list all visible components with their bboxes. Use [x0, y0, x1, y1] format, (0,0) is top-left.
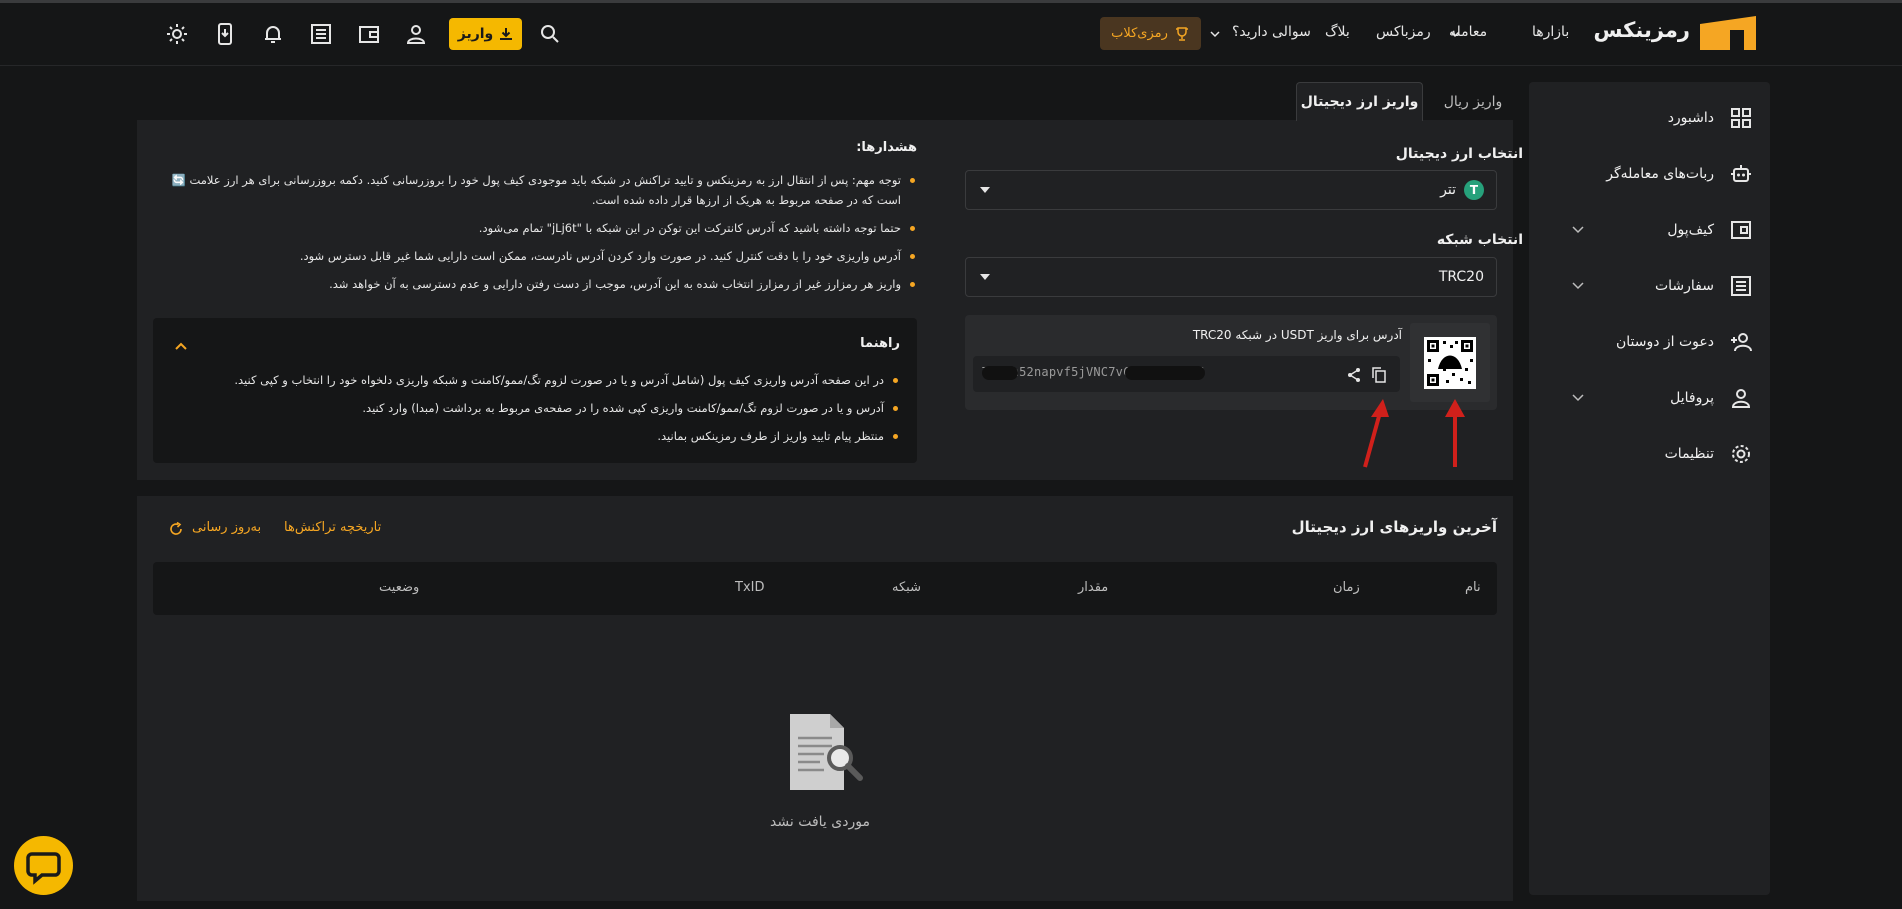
ramzi-club-button[interactable]: رمزی‌کلاب: [1100, 17, 1201, 50]
currency-select[interactable]: T تتر: [965, 170, 1497, 210]
list-item: آدرس واریزی خود را با دقت کنترل کنید. در…: [150, 246, 917, 266]
settings-icon: [1730, 443, 1752, 465]
refresh-link[interactable]: به‌روز رسانی: [192, 520, 261, 538]
sidebar-item-settings[interactable]: تنظیمات: [1529, 434, 1770, 474]
network-value: TRC20: [1438, 269, 1484, 285]
network-select[interactable]: TRC20: [965, 257, 1497, 297]
refresh-icon[interactable]: [169, 522, 183, 536]
chevron-down-icon[interactable]: [1449, 28, 1461, 40]
copy-icon[interactable]: [1370, 366, 1388, 384]
chevron-down-icon: [1571, 390, 1585, 404]
chat-support-button[interactable]: [14, 836, 73, 895]
sidebar-item-label: تنظیمات: [1664, 446, 1714, 462]
caret-down-icon: [980, 187, 990, 193]
tether-icon: T: [1464, 180, 1484, 200]
download-icon: [499, 27, 513, 41]
trophy-icon: [1174, 26, 1190, 42]
robot-icon: [1730, 163, 1752, 185]
empty-document-icon: [780, 708, 870, 798]
transaction-history-link[interactable]: تاریخچه تراکنش‌ها: [284, 520, 381, 538]
sidebar-item-label: ربات‌های معامله‌گر: [1606, 166, 1714, 182]
redaction-mark: [982, 366, 1018, 380]
tab-rial-deposit[interactable]: واریز ریال: [1428, 82, 1518, 121]
profile-icon: [1730, 387, 1752, 409]
list-item: واریز هر رمزارز غیر از رمزارز انتخاب شده…: [150, 274, 917, 294]
sidebar: [1529, 82, 1770, 895]
column-header: TxID: [735, 580, 765, 595]
download-app-icon[interactable]: [213, 22, 237, 46]
currency-label: انتخاب ارز دیجیتال: [1395, 146, 1523, 162]
sidebar-item-orders[interactable]: سفارشات: [1529, 266, 1770, 306]
orders-icon: [1730, 275, 1752, 297]
chat-icon: [26, 852, 61, 885]
sidebar-item-invite[interactable]: دعوت از دوستان: [1529, 322, 1770, 362]
deposit-button[interactable]: واریز: [449, 18, 522, 50]
orders-icon[interactable]: [309, 22, 333, 46]
recent-deposits-card: [137, 496, 1513, 901]
redaction-mark: [1125, 366, 1205, 380]
caret-down-icon: [980, 274, 990, 280]
search-icon[interactable]: [538, 22, 562, 46]
wallet-icon[interactable]: [357, 22, 381, 46]
sidebar-item-dashboard[interactable]: داشبورد: [1529, 98, 1770, 138]
column-header: وضعیت: [379, 580, 420, 595]
recent-deposits-title: آخرین واریزهای ارز دیجیتال: [1291, 518, 1497, 536]
column-header: زمان: [1333, 580, 1360, 595]
list-item: در این صفحه آدرس واریزی کیف پول (شامل آد…: [170, 370, 900, 390]
currency-value: تتر: [1440, 182, 1456, 198]
deposit-label: واریز: [457, 26, 494, 42]
chevron-up-icon[interactable]: [173, 338, 189, 354]
bell-icon[interactable]: [261, 22, 285, 46]
warnings-title: هشدارها:: [856, 140, 917, 155]
guide-title: راهنما: [860, 336, 900, 351]
nav-faq[interactable]: سوالی دارید؟: [1232, 24, 1311, 44]
theme-sun-icon[interactable]: [165, 22, 189, 46]
sidebar-item-profile[interactable]: پروفایل: [1529, 378, 1770, 418]
share-icon[interactable]: [1345, 366, 1363, 384]
address-title: آدرس برای واریز USDT در شبکه TRC20: [1192, 328, 1402, 342]
sidebar-item-label: پروفایل: [1670, 390, 1714, 406]
network-label: انتخاب شبکه: [1436, 232, 1523, 248]
nav-markets[interactable]: بازارها: [1532, 24, 1569, 44]
sidebar-item-bots[interactable]: ربات‌های معامله‌گر: [1529, 154, 1770, 194]
user-icon[interactable]: [404, 22, 428, 46]
chevron-down-icon[interactable]: [1209, 28, 1221, 40]
dashboard-icon: [1730, 107, 1752, 129]
warnings-list: توجه مهم: پس از انتقال ارز به رمزینکس و …: [150, 170, 917, 302]
sidebar-item-wallet[interactable]: کیف‌پول: [1529, 210, 1770, 250]
arrow-annotation: [1445, 399, 1465, 467]
arrow-annotation: [1363, 399, 1389, 468]
list-item: آدرس و یا در صورت لزوم تگ/ممو/کامنت واری…: [170, 398, 900, 418]
list-item: توجه مهم: پس از انتقال ارز به رمزینکس و …: [150, 170, 917, 210]
qr-code[interactable]: [1410, 323, 1490, 402]
list-item: منتظر پیام تایید واریز از طرف رمزینکس بم…: [170, 426, 900, 446]
invite-icon: [1730, 331, 1752, 353]
chevron-down-icon: [1571, 278, 1585, 292]
logo-icon[interactable]: [1700, 16, 1756, 50]
deposits-table-header: [153, 562, 1497, 615]
nav-blog[interactable]: بلاگ: [1325, 24, 1350, 44]
list-item: حتما توجه داشته باشید که آدرس کانترکت ای…: [150, 218, 917, 238]
column-header: نام: [1465, 580, 1481, 595]
sidebar-item-label: داشبورد: [1667, 110, 1714, 126]
guide-list: در این صفحه آدرس واریزی کیف پول (شامل آد…: [170, 370, 900, 454]
sidebar-item-label: سفارشات: [1654, 278, 1714, 294]
logo-text[interactable]: رمزینکس: [1590, 18, 1690, 46]
nav-ramzbox[interactable]: رمزباکس: [1376, 24, 1431, 44]
column-header: مقدار: [1078, 580, 1109, 595]
tab-crypto-deposit[interactable]: واریز ارز دیجیتال: [1296, 82, 1423, 121]
column-header: شبکه: [892, 580, 921, 595]
club-label: رمزی‌کلاب: [1111, 26, 1168, 41]
empty-state-text: موردی یافت نشد: [770, 814, 870, 830]
chevron-down-icon: [1571, 222, 1585, 236]
wallet-icon: [1730, 219, 1752, 241]
sidebar-item-label: دعوت از دوستان: [1615, 334, 1714, 350]
sidebar-item-label: کیف‌پول: [1667, 222, 1714, 238]
